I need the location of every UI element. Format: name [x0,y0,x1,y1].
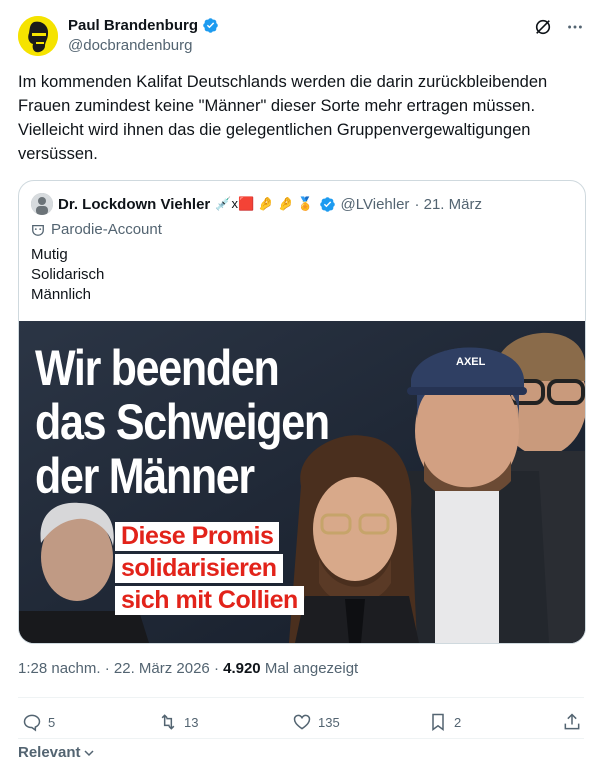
grok-icon[interactable] [534,18,552,36]
parody-label: Parodie-Account [31,221,162,238]
subline-line: Diese Promis [115,522,280,551]
quote-media-image[interactable]: AXEL Wir beenden das Schweigen der Männe… [19,321,585,643]
repost-icon [161,714,175,730]
share-icon [564,713,580,730]
reply-icon [23,714,41,732]
tweet-text: Im kommenden Kalifat Deutschlands werden… [18,73,548,163]
repost-button[interactable]: 13 [158,712,198,732]
author-handle[interactable]: @docbrandenburg [68,37,192,54]
subline-line: sich mit Collien [115,586,304,615]
tweet-detail: Paul Brandenburg @docbrandenburg Im komm… [0,0,600,775]
tweet-header: Paul Brandenburg @docbrandenburg [18,14,584,60]
repost-count: 13 [184,714,199,730]
author-name[interactable]: Paul Brandenburg [68,17,198,34]
author-name-row: Paul Brandenburg [68,17,219,34]
sort-dropdown[interactable]: Relevant [18,744,95,761]
parody-mask-icon [32,224,44,236]
divider [18,697,584,698]
cap-logo-text: AXEL [456,356,486,368]
quote-author-name[interactable]: Dr. Lockdown Viehler [58,196,210,213]
quote-line: Mutig [31,246,68,263]
quote-name-emoji: 💉x🟥 🤌 🤌 🏅 [215,196,314,211]
share-button[interactable] [562,712,582,732]
tweet-meta: 1:28 nachm. · 22. März 2026 · 4.920 Mal … [18,660,358,677]
divider [18,738,584,739]
quoted-tweet[interactable]: Dr. Lockdown Viehler 💉x🟥 🤌 🤌 🏅 @LViehler… [18,180,586,644]
verified-badge-icon [203,18,218,33]
subline-line: solidarisieren [115,554,283,583]
header-actions [534,18,584,36]
quote-author-handle[interactable]: @LViehler [341,196,410,213]
heart-icon [293,714,311,730]
quote-header: Dr. Lockdown Viehler 💉x🟥 🤌 🤌 🏅 @LViehler… [31,193,573,215]
bookmark-count: 2 [454,714,462,730]
media-headline: Wir beenden das Schweigen der Männer [35,340,330,504]
chevron-down-icon [84,749,94,756]
parody-label-text: Parodie-Account [51,221,162,238]
timestamp[interactable]: 1:28 nachm. · 22. März 2026 · [18,660,223,677]
quote-text: Mutig Solidarisch Männlich [31,245,104,305]
quote-line: Solidarisch [31,266,105,283]
headline-line: der Männer [35,448,255,504]
like-count: 135 [318,714,340,730]
quote-date[interactable]: · 21. März [414,196,482,213]
more-icon[interactable] [566,18,584,36]
view-label: Mal angezeigt [260,660,359,677]
quote-avatar[interactable] [31,193,53,215]
view-count: 4.920 [223,660,261,677]
quote-line: Männlich [31,286,92,303]
reply-button[interactable]: 5 [22,712,55,732]
headline-line: das Schweigen [35,394,330,450]
action-bar: 5 13 135 2 [18,712,584,734]
bookmark-icon [432,713,444,731]
headline-line: Wir beenden [35,340,280,396]
author-avatar[interactable] [18,16,58,56]
sort-label: Relevant [18,744,81,761]
reply-count: 5 [48,714,56,730]
bookmark-button[interactable]: 2 [428,712,461,732]
like-button[interactable]: 135 [292,712,340,732]
verified-badge-icon [319,196,335,212]
media-subline: Diese Promis solidarisieren sich mit Col… [115,522,304,618]
